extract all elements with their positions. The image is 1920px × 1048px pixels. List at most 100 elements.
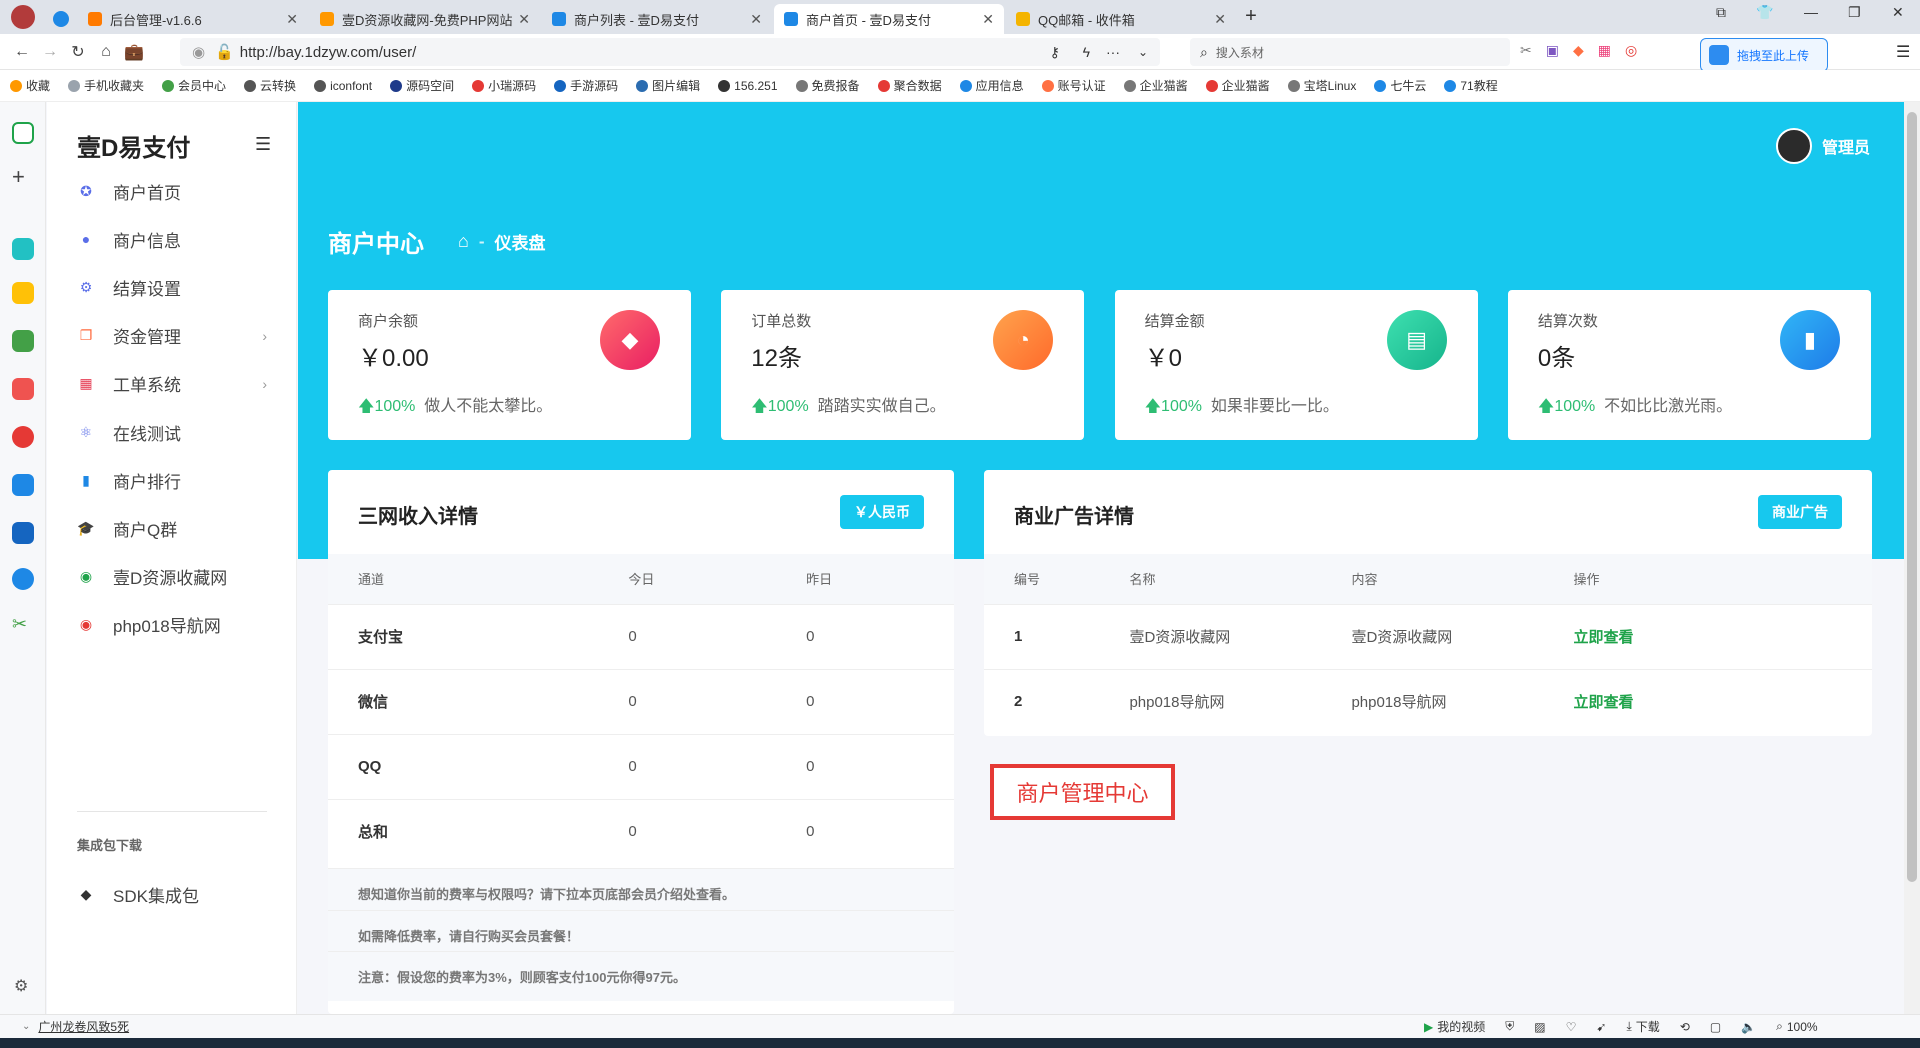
new-tab-button[interactable]: + <box>1236 5 1266 34</box>
view-now-link[interactable]: 立即查看 <box>1543 668 1872 734</box>
news-ticker[interactable]: 广州龙卷风致5死 <box>38 1018 129 1035</box>
browser-tab[interactable]: 后台管理-v1.6.6 ✕ <box>78 4 308 34</box>
bookmark-item[interactable]: 宝塔Linux <box>1287 77 1356 94</box>
tab-count-icon[interactable]: ⧉ <box>1716 4 1726 21</box>
scissors-icon[interactable]: ✂ <box>1520 42 1532 59</box>
bookmark-item[interactable]: 图片编辑 <box>636 77 700 94</box>
bookmark-item[interactable]: iconfont <box>314 79 372 93</box>
more-icon[interactable]: ··· <box>1106 44 1120 60</box>
sidebar-item-7[interactable]: ▮ 商户排行 <box>77 468 267 492</box>
calendar-icon[interactable]: ▦ <box>1598 42 1611 59</box>
view-now-link[interactable]: 立即查看 <box>1543 603 1872 669</box>
plugin-rail-icon[interactable] <box>12 238 34 260</box>
sidebar-item-10[interactable]: ◉ php018导航网 <box>77 613 267 637</box>
game-icon[interactable]: ◆ <box>1573 42 1584 59</box>
bookmark-item[interactable]: 企业猫酱 <box>1123 77 1188 94</box>
sidebar-item-8[interactable]: 🎓 商户Q群 <box>77 516 267 540</box>
chart-ai-rail-icon[interactable] <box>12 474 34 496</box>
doc-ai-rail-icon[interactable] <box>12 522 34 544</box>
star-rail-icon[interactable] <box>12 282 34 304</box>
add-rail-icon[interactable]: + <box>12 164 25 190</box>
bookmark-item[interactable]: 手游源码 <box>554 77 618 94</box>
sidebar-item-9[interactable]: ◉ 壹D资源收藏网 <box>77 565 267 589</box>
ads-button[interactable]: 商业广告 <box>1758 495 1842 529</box>
browser-tab[interactable]: 壹D资源收藏网-免费PHP网站 ✕ <box>310 4 540 34</box>
user-menu[interactable]: 管理员 <box>1776 128 1870 164</box>
close-window-button[interactable]: ✕ <box>1892 4 1904 21</box>
url-field[interactable]: ◉ 🔓 http://bay.1dzyw.com/user/ ⚷ ϟ ··· ⌄ <box>180 38 1160 66</box>
bookmark-item[interactable]: 免费报备 <box>795 77 860 94</box>
minimize-button[interactable]: — <box>1804 4 1818 20</box>
translate-icon[interactable]: ▣ <box>1546 42 1559 59</box>
zoom-level[interactable]: ⌕ 100% <box>1776 1019 1817 1034</box>
close-tab-icon[interactable]: ✕ <box>982 11 994 28</box>
bookmark-item[interactable]: 源码空间 <box>390 77 454 94</box>
restore-button[interactable]: ❐ <box>1848 4 1861 21</box>
bookmark-item[interactable]: 小瑞源码 <box>472 77 536 94</box>
home-icon[interactable]: ⌂ <box>92 43 120 61</box>
bookmark-item[interactable]: 账号认证 <box>1041 77 1106 94</box>
chevron-down-icon[interactable]: ⌄ <box>1138 45 1148 59</box>
my-video-button[interactable]: ▶ 我的视频 <box>1424 1018 1485 1035</box>
sidebar-item-5[interactable]: ▦ 工单系统 › <box>77 372 267 396</box>
menu-toggle-icon[interactable]: ☰ <box>255 134 271 155</box>
home-rail-icon[interactable] <box>12 122 34 144</box>
pdf-ai-rail-icon[interactable] <box>12 378 34 400</box>
bookmark-item[interactable]: 云转换 <box>244 77 296 94</box>
sidebar-item-4[interactable]: ❐ 资金管理 › <box>77 324 267 348</box>
sidebar-item-1[interactable]: ✪ 商户首页 <box>77 179 267 203</box>
bookmark-item[interactable]: 收藏 <box>10 77 50 94</box>
lightning-icon[interactable]: ϟ <box>1083 44 1090 60</box>
bookmark-item[interactable]: 手机收藏夹 <box>68 77 144 94</box>
video-ai-rail-icon[interactable] <box>12 426 34 448</box>
bookmark-item[interactable]: 七牛云 <box>1374 77 1426 94</box>
image-ai-rail-icon[interactable] <box>12 330 34 352</box>
back-icon[interactable]: ← <box>8 43 36 61</box>
menu-icon[interactable]: ☰ <box>1896 42 1910 62</box>
sidebar-item-6[interactable]: ⚛ 在线测试 <box>77 420 267 444</box>
shield-icon[interactable]: ⛨ <box>1505 1019 1514 1034</box>
browser-tab[interactable]: QQ邮箱 - 收件箱 ✕ <box>1006 4 1236 34</box>
settings-rail-icon[interactable]: ⚙ <box>14 976 28 996</box>
bookmark-item[interactable]: 会员中心 <box>162 77 226 94</box>
bookmark-icon <box>1287 79 1300 92</box>
reload-icon[interactable]: ↻ <box>64 42 92 62</box>
bookmark-item[interactable]: 聚合数据 <box>877 77 942 94</box>
home-icon[interactable]: ⌂ <box>458 231 469 252</box>
close-tab-icon[interactable]: ✕ <box>1214 11 1226 28</box>
scrollbar-thumb[interactable] <box>1907 112 1917 882</box>
browser-tab[interactable]: 商户列表 - 壹D易支付 ✕ <box>542 4 772 34</box>
rocket-icon[interactable]: ➹ <box>1596 1020 1606 1034</box>
health-icon[interactable]: ♡ <box>1566 1020 1577 1034</box>
close-tab-icon[interactable]: ✕ <box>518 11 530 28</box>
translate-rail-icon[interactable] <box>12 568 34 590</box>
drag-upload-button[interactable]: 拖拽至此上传 <box>1700 38 1828 72</box>
chevron-down-icon[interactable]: ⌄ <box>22 1021 30 1032</box>
image-icon[interactable]: ▨ <box>1534 1020 1545 1034</box>
window-icon[interactable]: ▢ <box>1710 1020 1721 1034</box>
sidebar-item-3[interactable]: ⚙ 结算设置 <box>77 275 267 299</box>
shirt-icon[interactable]: 👕 <box>1756 4 1773 21</box>
briefcase-icon[interactable]: 💼 <box>120 42 148 62</box>
sidebar-item-2[interactable]: ● 商户信息 <box>77 227 267 251</box>
sidebar-item-sdk[interactable]: ◆ SDK集成包 <box>77 882 267 906</box>
forward-icon[interactable]: → <box>36 43 64 61</box>
rmb-button[interactable]: ￥人民币 <box>840 495 924 529</box>
download-button[interactable]: ⤓ 下载 <box>1626 1018 1659 1035</box>
close-tab-icon[interactable]: ✕ <box>286 11 298 28</box>
volume-icon[interactable]: 🔈 <box>1741 1020 1756 1034</box>
browser-tab[interactable]: 商户首页 - 壹D易支付 ✕ <box>774 4 1004 34</box>
bookmark-item[interactable]: 企业猫酱 <box>1205 77 1270 94</box>
bookmark-item[interactable]: 应用信息 <box>959 77 1024 94</box>
sync-icon[interactable]: ⟲ <box>1680 1020 1690 1034</box>
profile-avatar[interactable] <box>0 0 46 34</box>
bookmark-item[interactable]: 71教程 <box>1444 77 1498 94</box>
search-input[interactable]: ⌕ 搜入系材 <box>1190 38 1510 66</box>
bookmark-item[interactable]: 156.251 <box>718 79 778 93</box>
scissors-rail-icon[interactable]: ✂ <box>12 614 27 635</box>
weibo-icon[interactable]: ◎ <box>1625 42 1637 59</box>
key-icon[interactable]: ⚷ <box>1050 44 1060 61</box>
telegram-icon[interactable] <box>46 4 76 34</box>
close-tab-icon[interactable]: ✕ <box>750 11 762 28</box>
brand-logo[interactable]: 壹D易支付 <box>77 128 190 163</box>
